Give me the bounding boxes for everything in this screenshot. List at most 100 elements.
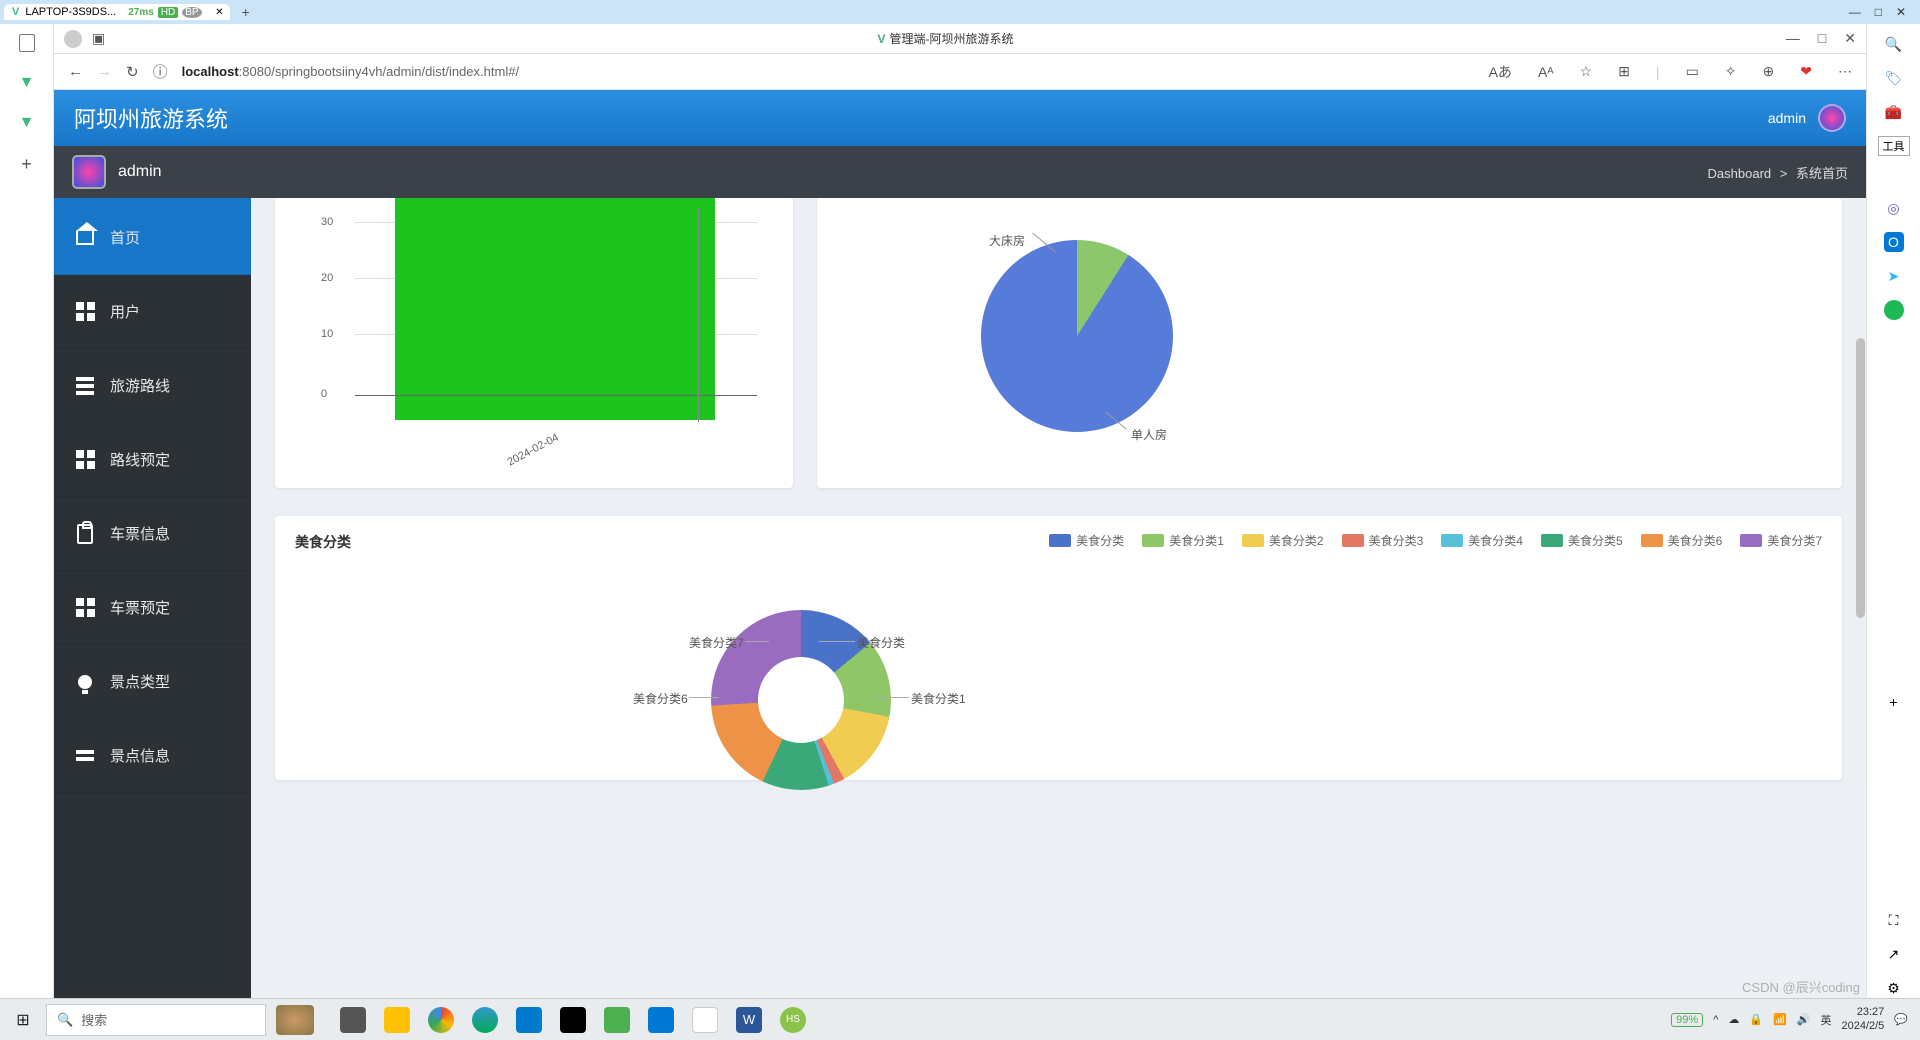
- sidebar-item-3[interactable]: 路线预定: [54, 423, 251, 497]
- tag-icon[interactable]: 🏷: [1884, 68, 1904, 88]
- site-info-icon[interactable]: ⓘ: [153, 61, 168, 82]
- chrome-icon[interactable]: [428, 1007, 454, 1033]
- battery-badge[interactable]: 99%: [1671, 1013, 1703, 1027]
- profile-avatar-icon[interactable]: [64, 30, 82, 48]
- taskbar-search[interactable]: 🔍 搜索: [46, 1004, 266, 1036]
- add-icon[interactable]: +: [1884, 692, 1904, 712]
- os-maximize-icon[interactable]: □: [1875, 5, 1882, 19]
- notifications-icon[interactable]: 💬: [1894, 1013, 1908, 1026]
- favorite-icon[interactable]: ☆: [1580, 63, 1593, 80]
- reading-list-icon[interactable]: ▭: [1686, 63, 1699, 80]
- send-icon[interactable]: ➤: [1884, 266, 1904, 286]
- tray-onedrive-icon[interactable]: ☁: [1728, 1013, 1739, 1026]
- browser-close-icon[interactable]: ✕: [1844, 30, 1856, 47]
- tab-title: LAPTOP-3S9DS...: [25, 6, 116, 18]
- wechat-icon[interactable]: [604, 1007, 630, 1033]
- sidebar-item-0[interactable]: 首页: [54, 201, 251, 275]
- back-button[interactable]: ←: [68, 63, 83, 80]
- reload-button[interactable]: ↻: [126, 63, 139, 81]
- legend-item[interactable]: 美食分类3: [1342, 532, 1424, 549]
- user-avatar-icon[interactable]: [1818, 104, 1846, 132]
- legend-swatch-icon: [1641, 534, 1663, 547]
- sidebar-item-label: 景点信息: [110, 745, 170, 766]
- taskbar-clock[interactable]: 23:27 2024/2/5: [1841, 1006, 1884, 1032]
- app-title: 阿坝州旅游系统: [74, 102, 228, 134]
- more-menu-icon[interactable]: ⋯: [1838, 63, 1852, 80]
- copy-icon[interactable]: [19, 34, 35, 52]
- legend-item[interactable]: 美食分类1: [1142, 532, 1224, 549]
- os-window-controls: — □ ✕: [1849, 5, 1916, 19]
- start-button[interactable]: ⊞: [0, 1010, 46, 1030]
- legend-item[interactable]: 美食分类6: [1641, 532, 1723, 549]
- legend-item[interactable]: 美食分类: [1049, 532, 1124, 549]
- collections-icon[interactable]: ✧: [1725, 63, 1737, 80]
- tray-lock-icon[interactable]: 🔒: [1749, 1013, 1763, 1026]
- legend-item[interactable]: 美食分类4: [1441, 532, 1523, 549]
- donut-legend: 美食分类 美食分类1 美食分类2 美食分类3 美食分类4 美食分类5 美食分类6 美食分类7: [1049, 532, 1822, 549]
- taskview-icon[interactable]: [340, 1007, 366, 1033]
- edge-icon[interactable]: [472, 1007, 498, 1033]
- tray-chevron-icon[interactable]: ^: [1713, 1014, 1718, 1026]
- os-right-sidebar: 🔍 🏷 🧰 工具 ◎ O ➤ + ⛶ ↗ ⚙: [1866, 24, 1920, 998]
- home-icon: [74, 227, 96, 249]
- word-icon[interactable]: W: [736, 1007, 762, 1033]
- legend-item[interactable]: 美食分类2: [1242, 532, 1324, 549]
- pie-chart-card: 大床房 单人房: [817, 198, 1842, 488]
- settings-icon[interactable]: ⚙: [1884, 978, 1904, 998]
- read-aloud-icon[interactable]: Aᴬ: [1538, 64, 1554, 80]
- sidebar-item-6[interactable]: 景点类型: [54, 645, 251, 719]
- share-icon[interactable]: ↗: [1884, 944, 1904, 964]
- intellij-icon[interactable]: [560, 1007, 586, 1033]
- sidebar-item-1[interactable]: 用户: [54, 275, 251, 349]
- legend-item[interactable]: 美食分类7: [1740, 532, 1822, 549]
- toolbox-icon[interactable]: 🧰: [1884, 102, 1904, 122]
- sidebar-item-label: 车票信息: [110, 523, 170, 544]
- sidebar-item-7[interactable]: 景点信息: [54, 719, 251, 793]
- cortana-icon[interactable]: [276, 1005, 314, 1035]
- scrollbar[interactable]: [1854, 198, 1866, 998]
- search-icon[interactable]: 🔍: [1884, 34, 1904, 54]
- todo-icon[interactable]: [648, 1007, 674, 1033]
- extensions-icon[interactable]: ⊞: [1618, 63, 1630, 80]
- vue-icon[interactable]: ▼: [19, 74, 35, 92]
- new-tab-button[interactable]: +: [242, 4, 250, 20]
- add-workspace-icon[interactable]: +: [21, 154, 32, 175]
- sidebar-item-4[interactable]: 车票信息: [54, 497, 251, 571]
- os-minimize-icon[interactable]: —: [1849, 5, 1861, 19]
- hs-icon[interactable]: HS: [780, 1007, 806, 1033]
- y-tick: 0: [321, 388, 327, 400]
- performance-icon[interactable]: ❤: [1800, 63, 1812, 80]
- copilot-icon[interactable]: ◎: [1884, 198, 1904, 218]
- browser-maximize-icon[interactable]: □: [1818, 30, 1826, 47]
- address-bar[interactable]: localhost:8080/springbootsiiny4vh/admin/…: [182, 64, 1463, 79]
- bar-rect: [395, 198, 715, 420]
- tab-favicon-icon: V: [12, 6, 19, 18]
- tray-wifi-icon[interactable]: 📶: [1773, 1013, 1787, 1026]
- apps-icon[interactable]: ⊕: [1763, 63, 1775, 80]
- tray-volume-icon[interactable]: 🔊: [1797, 1013, 1811, 1026]
- vscode-icon[interactable]: [516, 1007, 542, 1033]
- hd-badge: HD: [158, 7, 178, 18]
- explorer-icon[interactable]: [384, 1007, 410, 1033]
- browser-tab[interactable]: V LAPTOP-3S9DS... 27ms HD BP ✕: [4, 4, 230, 20]
- workspaces-icon[interactable]: ▣: [92, 30, 105, 47]
- outlook-icon[interactable]: O: [1884, 232, 1904, 252]
- grid-icon: [74, 301, 96, 323]
- vue-icon-2[interactable]: ▼: [19, 114, 35, 132]
- current-user-label[interactable]: admin: [1768, 110, 1806, 126]
- sidebar-item-5[interactable]: 车票预定: [54, 571, 251, 645]
- app-icon[interactable]: [692, 1007, 718, 1033]
- tray-ime[interactable]: 英: [1820, 1012, 1831, 1028]
- tab-close-icon[interactable]: ✕: [215, 7, 223, 18]
- translate-icon[interactable]: Aあ: [1489, 62, 1512, 82]
- screenshot-icon[interactable]: ⛶: [1884, 910, 1904, 930]
- sidebar-item-2[interactable]: 旅游路线: [54, 349, 251, 423]
- scrollbar-thumb[interactable]: [1856, 338, 1865, 618]
- watermark: CSDN @辰兴coding: [1742, 977, 1860, 996]
- browser-minimize-icon[interactable]: —: [1786, 30, 1800, 47]
- tools-button[interactable]: 工具: [1878, 136, 1910, 156]
- os-close-icon[interactable]: ✕: [1896, 5, 1906, 19]
- spotify-icon[interactable]: [1884, 300, 1904, 320]
- legend-item[interactable]: 美食分类5: [1541, 532, 1623, 549]
- latency-badge: 27ms: [128, 7, 154, 18]
